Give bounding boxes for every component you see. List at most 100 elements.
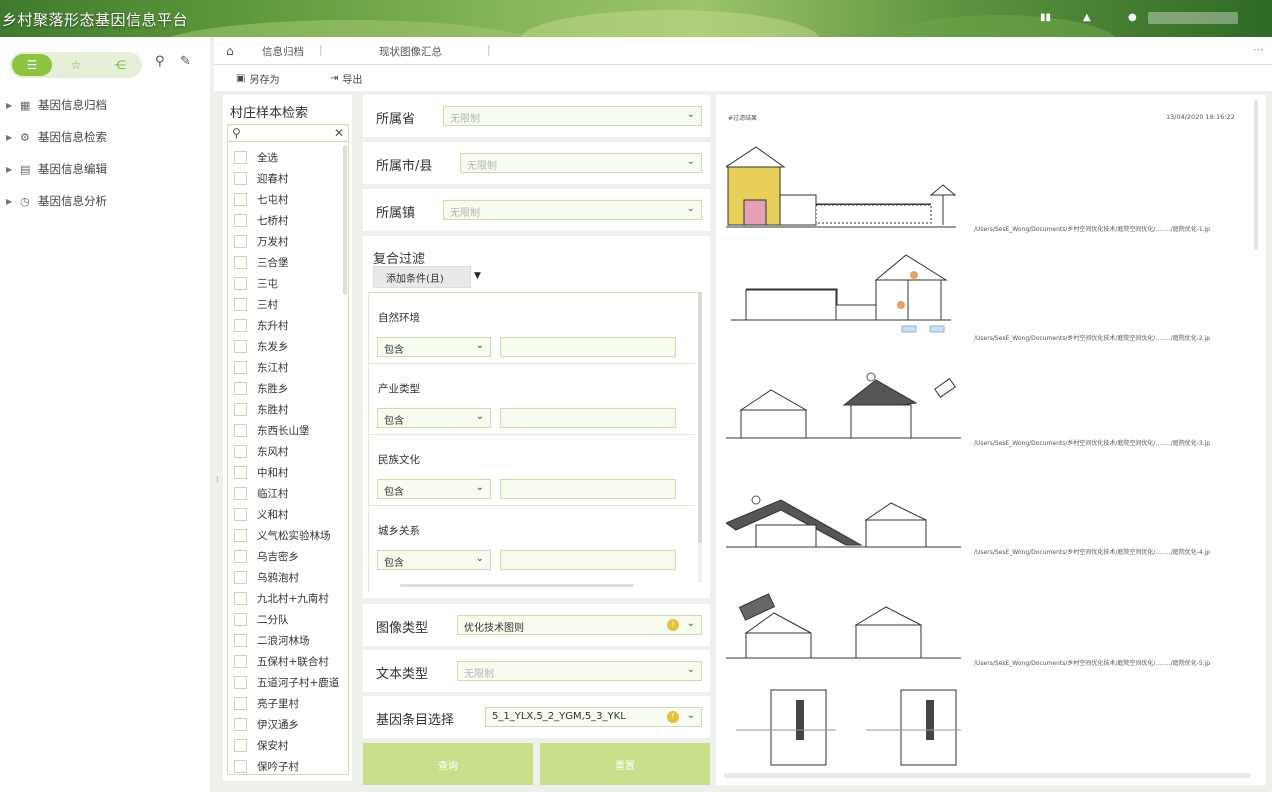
- clear-icon[interactable]: ✕: [334, 126, 344, 140]
- checkbox[interactable]: [234, 717, 247, 731]
- checkbox[interactable]: [234, 486, 247, 500]
- operator-select[interactable]: 包含 ⌄: [377, 337, 491, 357]
- checkbox[interactable]: [234, 549, 247, 563]
- sidebar-item-archive[interactable]: ▶ ▦ 基因信息归档: [6, 95, 206, 115]
- village-list-item[interactable]: 伊汉通乡: [234, 714, 299, 734]
- village-list-item[interactable]: 七桥村: [234, 210, 289, 230]
- village-list-item[interactable]: 义和村: [234, 504, 289, 524]
- checkbox[interactable]: [234, 297, 247, 311]
- village-list-item[interactable]: 东江村: [234, 357, 289, 377]
- query-button[interactable]: 查询: [363, 743, 533, 785]
- village-list-item[interactable]: 义气松实验林场: [234, 525, 331, 545]
- village-list-item[interactable]: 保安村: [234, 735, 289, 755]
- checkbox[interactable]: [234, 696, 247, 710]
- more-options-icon[interactable]: ⋯: [1253, 43, 1264, 56]
- checkbox[interactable]: [234, 213, 247, 227]
- scrollbar-thumb[interactable]: [698, 293, 702, 543]
- village-list-item[interactable]: 五保村+联合村: [234, 651, 329, 671]
- village-list-item[interactable]: 二分队: [234, 609, 289, 629]
- checkbox[interactable]: [234, 318, 247, 332]
- checkbox[interactable]: [234, 234, 247, 248]
- gene-entry-select[interactable]: 5_1_YLX,5_2_YGM,5_3_YKL ! ⌄: [485, 707, 702, 727]
- filter-horizontal-scrollbar[interactable]: [400, 584, 634, 587]
- village-list-item[interactable]: 三村: [234, 294, 278, 314]
- result-row[interactable]: /Users/SesE_Wong/Documents/乡村空间优化技术/庭院空间…: [726, 250, 1256, 360]
- checkbox[interactable]: [234, 381, 247, 395]
- checkbox[interactable]: [234, 255, 247, 269]
- checkbox[interactable]: [234, 192, 247, 206]
- village-list-item[interactable]: 东升村: [234, 315, 289, 335]
- result-row[interactable]: /Users/SesE_Wong/Documents/乡村空间优化技术/庭院空间…: [726, 585, 1256, 695]
- sidebar-item-edit[interactable]: ▶ ▤ 基因信息编辑: [6, 159, 206, 179]
- home-icon[interactable]: ⌂: [226, 44, 234, 58]
- image-type-select[interactable]: 优化技术图则 ! ⌄: [457, 615, 702, 635]
- bell-icon[interactable]: ▲: [1083, 12, 1091, 23]
- save-as-button[interactable]: ▣ 另存为: [236, 71, 279, 86]
- checkbox[interactable]: [234, 591, 247, 605]
- results-horizontal-scrollbar[interactable]: [724, 773, 1250, 778]
- checkbox[interactable]: [234, 444, 247, 458]
- village-search-input[interactable]: ⚲ ✕: [227, 124, 349, 142]
- checkbox[interactable]: [234, 612, 247, 626]
- village-list-item[interactable]: 东发乡: [234, 336, 289, 356]
- select-all-checkbox-row[interactable]: 全选: [234, 147, 278, 167]
- checkbox[interactable]: [234, 675, 247, 689]
- village-list-item[interactable]: 保吟子村: [234, 756, 299, 774]
- checkbox[interactable]: [234, 150, 247, 164]
- village-list-item[interactable]: 三屯: [234, 273, 278, 293]
- checkbox[interactable]: [234, 759, 247, 773]
- village-list-item[interactable]: 乌鸦泡村: [234, 567, 299, 587]
- add-condition-button[interactable]: 添加条件(且) ▼: [373, 266, 481, 288]
- user-name[interactable]: [1148, 12, 1238, 24]
- search-icon[interactable]: ⚲: [155, 54, 165, 69]
- results-vertical-scrollbar[interactable]: [1254, 100, 1260, 770]
- operator-select[interactable]: 包含 ⌄: [377, 550, 491, 570]
- list-mode-icon[interactable]: ☰: [12, 54, 52, 76]
- operator-select[interactable]: 包含 ⌄: [377, 408, 491, 428]
- share-icon[interactable]: ⋲: [100, 54, 140, 76]
- province-select[interactable]: 无限制 ⌄: [443, 106, 702, 126]
- condition-value-input[interactable]: [500, 337, 676, 357]
- export-button[interactable]: ⇥ 导出: [330, 71, 362, 86]
- village-list-item[interactable]: 乌吉密乡: [234, 546, 299, 566]
- text-type-select[interactable]: 无限制 ⌄: [457, 661, 702, 681]
- panel-splitter-handle[interactable]: ⁞: [216, 475, 219, 485]
- checkbox[interactable]: [234, 339, 247, 353]
- village-list-item[interactable]: 中和村: [234, 462, 289, 482]
- sidebar-item-analysis[interactable]: ▶ ◷ 基因信息分析: [6, 191, 206, 211]
- result-row[interactable]: /Users/SesE_Wong/Documents/乡村空间优化技术/庭院空间…: [726, 475, 1256, 585]
- village-list-item[interactable]: 东胜乡: [234, 378, 289, 398]
- checkbox[interactable]: [234, 171, 247, 185]
- village-list-item[interactable]: 万发村: [234, 231, 289, 251]
- village-list-item[interactable]: 临江村: [234, 483, 289, 503]
- result-row[interactable]: /Users/SesE_Wong/Documents/乡村空间优化技术/庭院空间…: [726, 145, 1256, 255]
- checkbox[interactable]: [234, 360, 247, 374]
- tab-image-summary[interactable]: 现状图像汇总: [379, 44, 442, 59]
- village-list-scrollbar[interactable]: [343, 145, 347, 295]
- checkbox[interactable]: [234, 423, 247, 437]
- operator-select[interactable]: 包含 ⌄: [377, 479, 491, 499]
- user-icon[interactable]: ●: [1128, 12, 1137, 23]
- checkbox[interactable]: [234, 738, 247, 752]
- village-list-item[interactable]: 九北村+九南村: [234, 588, 329, 608]
- filter-vertical-scrollbar[interactable]: [698, 293, 702, 583]
- star-icon[interactable]: ☆: [56, 54, 96, 76]
- result-row[interactable]: [726, 685, 1256, 770]
- checkbox[interactable]: [234, 276, 247, 290]
- village-list-item[interactable]: 五道河子村+鹿道: [234, 672, 339, 692]
- tab-archive[interactable]: 信息归档: [262, 44, 304, 59]
- village-list-item[interactable]: 东西长山堡: [234, 420, 310, 440]
- result-row[interactable]: /Users/SesE_Wong/Documents/乡村空间优化技术/庭院空间…: [726, 365, 1256, 475]
- city-select[interactable]: 无限制 ⌄: [460, 153, 702, 173]
- village-list-item[interactable]: 东胜村: [234, 399, 289, 419]
- checkbox[interactable]: [234, 465, 247, 479]
- village-list-item[interactable]: 东风村: [234, 441, 289, 461]
- village-list[interactable]: 全选 迎春村 七屯村 七桥村 万发村 三合堡 三屯 三村 东升村 东发乡 东江村 东胜乡 东胜村 东西长山…: [227, 143, 349, 775]
- condition-value-input[interactable]: [500, 479, 676, 499]
- village-list-item[interactable]: 二浪河林场: [234, 630, 310, 650]
- checkbox[interactable]: [234, 633, 247, 647]
- village-list-item[interactable]: 七屯村: [234, 189, 289, 209]
- village-list-item[interactable]: 三合堡: [234, 252, 289, 272]
- village-list-item[interactable]: 迎春村: [234, 168, 289, 188]
- checkbox[interactable]: [234, 402, 247, 416]
